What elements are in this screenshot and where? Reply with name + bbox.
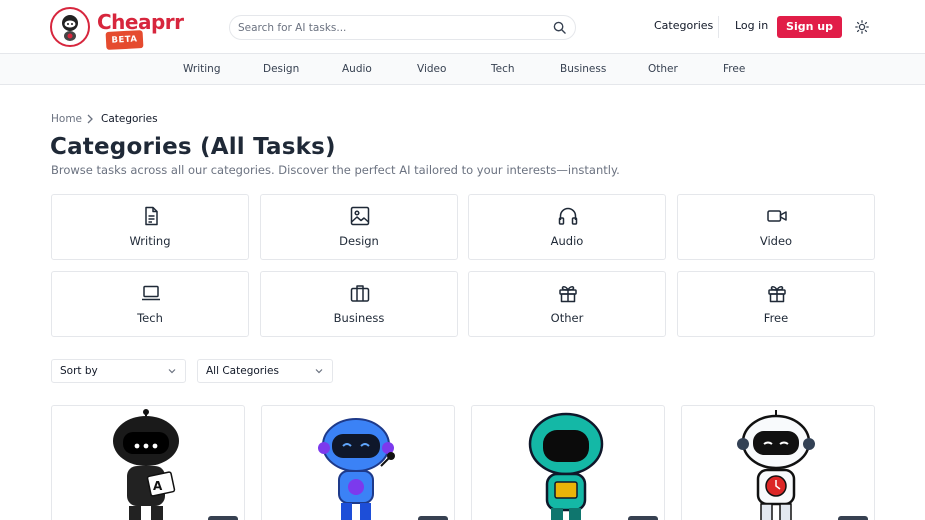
robot-image bbox=[737, 410, 815, 520]
search-icon[interactable] bbox=[553, 21, 566, 34]
signup-button[interactable]: Sign up bbox=[777, 16, 842, 38]
subnav-design[interactable]: Design bbox=[263, 63, 299, 75]
card-tag bbox=[628, 516, 658, 520]
subnav-free[interactable]: Free bbox=[723, 63, 745, 75]
task-card[interactable] bbox=[261, 405, 455, 520]
category-card-audio[interactable]: Audio bbox=[468, 194, 666, 260]
category-label: Design bbox=[339, 234, 379, 248]
chevron-down-icon bbox=[168, 369, 176, 374]
subnav-audio[interactable]: Audio bbox=[342, 63, 372, 75]
category-select-value: All Categories bbox=[206, 365, 279, 377]
subnav-video[interactable]: Video bbox=[417, 63, 446, 75]
category-card-design[interactable]: Design bbox=[260, 194, 458, 260]
gift-icon bbox=[768, 286, 786, 303]
robot-image bbox=[318, 418, 395, 520]
robot-image bbox=[528, 412, 604, 520]
subnav-writing[interactable]: Writing bbox=[183, 63, 221, 75]
breadcrumb-current: Categories bbox=[101, 113, 158, 125]
login-link[interactable]: Log in bbox=[735, 19, 768, 32]
breadcrumb-home[interactable]: Home bbox=[51, 113, 82, 125]
sort-select-value: Sort by bbox=[60, 365, 98, 377]
page-title: Categories (All Tasks) bbox=[50, 134, 336, 160]
document-icon bbox=[145, 206, 158, 226]
search-input[interactable] bbox=[238, 19, 538, 37]
category-label: Audio bbox=[550, 234, 584, 248]
category-card-video[interactable]: Video bbox=[677, 194, 875, 260]
category-label: Business bbox=[333, 311, 385, 325]
category-subnav: Writing Design Audio Video Tech Business… bbox=[0, 54, 925, 85]
category-card-tech[interactable]: Tech bbox=[51, 271, 249, 337]
top-header: Cheaprr BETA Categories Log in Sign up bbox=[0, 0, 925, 54]
chevron-right-icon bbox=[87, 114, 93, 124]
headphones-icon bbox=[558, 207, 578, 225]
category-label: Tech bbox=[137, 311, 163, 325]
svg-text:A: A bbox=[153, 479, 163, 493]
sort-select[interactable]: Sort by bbox=[51, 359, 186, 383]
subnav-tech[interactable]: Tech bbox=[491, 63, 515, 75]
task-card[interactable]: A bbox=[51, 405, 245, 520]
card-tag bbox=[208, 516, 238, 520]
gift-icon bbox=[559, 286, 577, 303]
image-icon bbox=[350, 206, 370, 226]
category-label: Free bbox=[763, 311, 789, 325]
category-label: Video bbox=[759, 234, 793, 248]
card-tag bbox=[838, 516, 868, 520]
category-card-business[interactable]: Business bbox=[260, 271, 458, 337]
category-card-writing[interactable]: Writing bbox=[51, 194, 249, 260]
video-camera-icon bbox=[767, 210, 787, 222]
subnav-business[interactable]: Business bbox=[560, 63, 606, 75]
nav-categories-link[interactable]: Categories bbox=[654, 19, 713, 32]
category-label: Writing bbox=[129, 234, 171, 248]
task-card[interactable] bbox=[471, 405, 665, 520]
beta-badge: BETA bbox=[105, 30, 144, 50]
theme-toggle-sun-icon[interactable] bbox=[855, 20, 869, 34]
category-card-free[interactable]: Free bbox=[677, 271, 875, 337]
subnav-other[interactable]: Other bbox=[648, 63, 678, 75]
header-divider bbox=[718, 16, 719, 38]
task-card[interactable] bbox=[681, 405, 875, 520]
briefcase-icon bbox=[350, 285, 370, 302]
category-select[interactable]: All Categories bbox=[197, 359, 333, 383]
category-card-other[interactable]: Other bbox=[468, 271, 666, 337]
logo-icon[interactable] bbox=[50, 7, 90, 47]
search-bar[interactable] bbox=[229, 15, 576, 40]
laptop-icon bbox=[142, 285, 160, 301]
category-label: Other bbox=[550, 311, 584, 325]
page-subtitle: Browse tasks across all our categories. … bbox=[51, 163, 620, 177]
chevron-down-icon bbox=[315, 369, 323, 374]
robot-image: A bbox=[113, 409, 179, 520]
card-tag bbox=[418, 516, 448, 520]
